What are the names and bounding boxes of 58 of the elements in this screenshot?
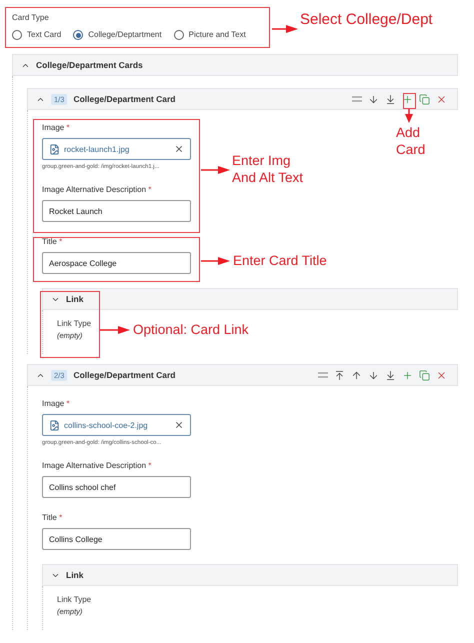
radio-label[interactable]: Text Card — [27, 29, 62, 41]
radio-button[interactable] — [73, 30, 84, 40]
annotation-box — [40, 291, 100, 358]
link-title: Link — [66, 570, 84, 580]
annotation-arrow — [201, 166, 230, 174]
text-input[interactable]: Aerospace College — [42, 252, 191, 274]
move-bottom-icon[interactable] — [385, 94, 396, 104]
image-file-icon — [49, 420, 60, 430]
section-title: College/Department Cards — [36, 60, 143, 70]
add-icon[interactable] — [402, 94, 413, 104]
annotation-label: Enter Card Title — [233, 252, 327, 269]
move-down-icon[interactable] — [368, 370, 379, 380]
radio-label[interactable]: College/Deptartment — [88, 29, 162, 41]
delete-icon[interactable] — [436, 94, 447, 104]
file-field[interactable]: rocket-launch1.jpg — [42, 138, 191, 160]
move-top-icon[interactable] — [334, 370, 345, 380]
text-input[interactable]: Collins College — [42, 528, 191, 550]
annotation-arrow — [272, 25, 298, 33]
drag-handle-icon[interactable] — [352, 96, 362, 102]
field-label: Image * — [42, 122, 70, 134]
radio-button[interactable] — [12, 30, 22, 40]
link-header[interactable]: Link — [42, 288, 458, 310]
field-label: Card Type — [12, 12, 49, 24]
annotation-label: Select College/Dept — [300, 11, 433, 28]
card-title: College/Department Card — [73, 94, 176, 104]
annotation-label: Enter Img And Alt Text — [232, 152, 304, 186]
move-bottom-icon[interactable] — [385, 370, 396, 380]
annotation-arrow — [100, 326, 130, 334]
field-label: Image Alternative Description * — [42, 184, 152, 196]
link-title: Link — [66, 294, 84, 304]
field-label: Link Type — [57, 594, 92, 606]
delete-icon[interactable] — [436, 370, 447, 380]
annotation-label: Add Card — [396, 124, 426, 158]
file-field[interactable]: collins-school-coe-2.jpg — [42, 414, 191, 436]
annotation-label: Optional: Card Link — [133, 321, 249, 338]
text-input[interactable]: Collins school chef — [42, 476, 191, 498]
field-label: Title * — [42, 512, 62, 524]
field-label: Link Type — [57, 318, 92, 330]
copy-icon[interactable] — [419, 94, 430, 104]
field-label: Image * — [42, 398, 70, 410]
annotation-box — [403, 93, 416, 109]
section-header[interactable]: College/Department Cards — [12, 54, 458, 76]
clear-icon[interactable] — [174, 420, 184, 430]
image-file-icon — [49, 144, 60, 154]
drag-handle-icon[interactable] — [318, 372, 328, 378]
move-up-icon[interactable] — [351, 370, 362, 380]
clear-icon[interactable] — [174, 144, 184, 154]
field-label: Image Alternative Description * — [42, 460, 152, 472]
link-header[interactable]: Link — [42, 564, 458, 586]
annotation-arrow — [201, 257, 230, 265]
radio-label[interactable]: Picture and Text — [188, 29, 246, 41]
field-label: Title * — [42, 236, 62, 248]
card-title: College/Department Card — [73, 370, 176, 380]
move-down-icon[interactable] — [368, 94, 379, 104]
text-input[interactable]: Rocket Launch — [42, 200, 191, 222]
copy-icon[interactable] — [419, 370, 430, 380]
annotation-arrow — [405, 109, 413, 123]
radio-button[interactable] — [174, 30, 184, 40]
